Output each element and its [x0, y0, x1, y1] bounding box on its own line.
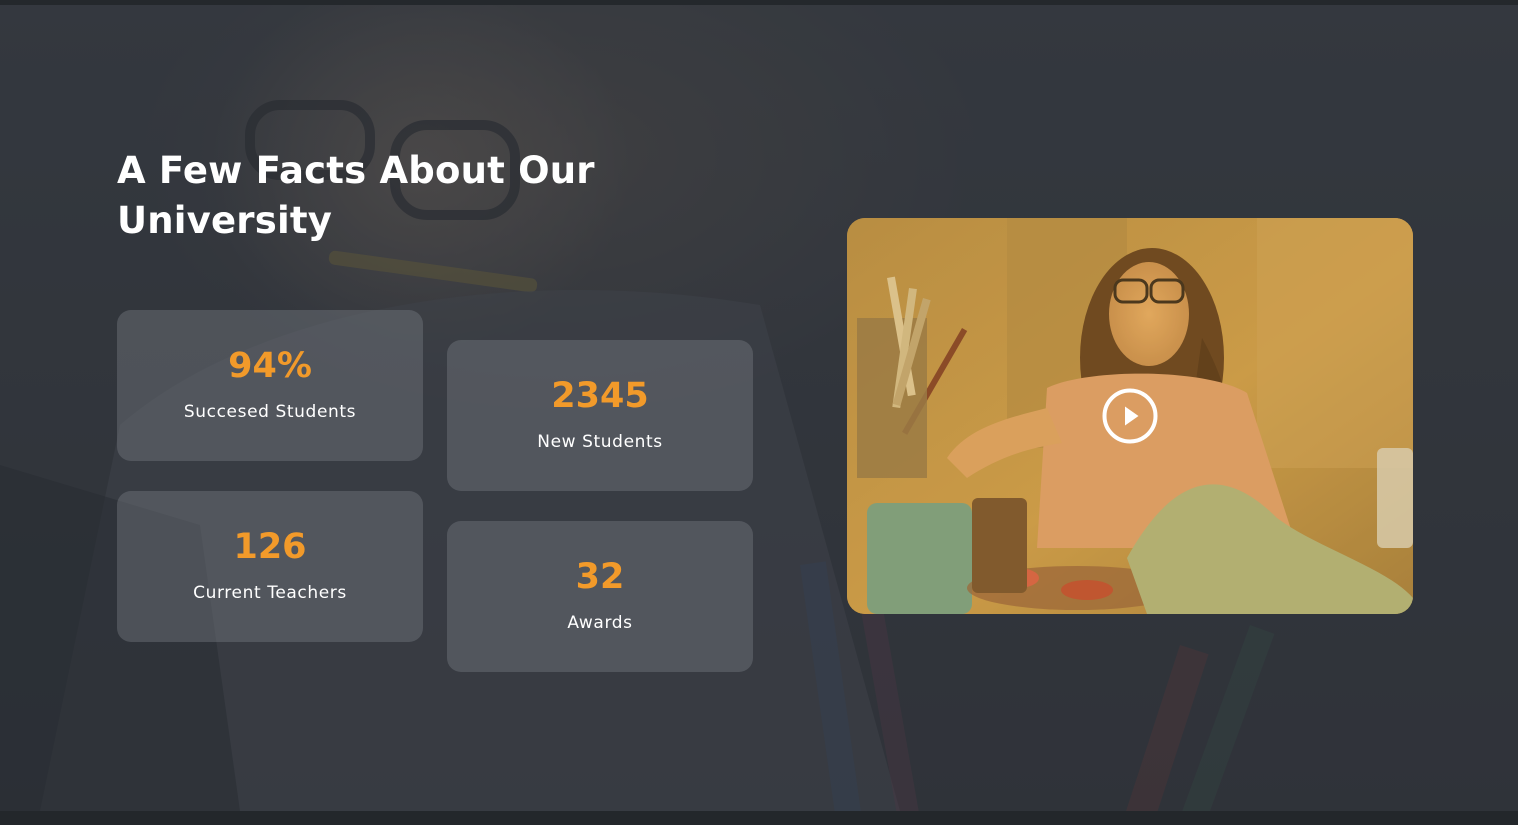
stat-card-succesed-students: 94% Succesed Students: [117, 310, 423, 461]
play-icon: [1102, 388, 1158, 444]
stat-label: Succesed Students: [183, 402, 357, 422]
play-button[interactable]: [1102, 388, 1158, 444]
stat-value: 126: [233, 527, 307, 567]
stat-label: Current Teachers: [193, 583, 347, 603]
stat-label: Awards: [567, 613, 633, 633]
stat-value: 94%: [228, 346, 312, 386]
stat-card-awards: 32 Awards: [447, 521, 753, 672]
bottom-divider: [0, 811, 1518, 825]
stat-card-current-teachers: 126 Current Teachers: [117, 491, 423, 642]
section-heading: A Few Facts About Our University: [117, 149, 595, 242]
stat-label: New Students: [537, 432, 663, 452]
stat-value: 2345: [551, 376, 649, 416]
stat-value: 32: [575, 557, 625, 597]
stat-card-new-students: 2345 New Students: [447, 340, 753, 491]
page: A Few Facts About Our University 94% Suc…: [0, 0, 1518, 825]
